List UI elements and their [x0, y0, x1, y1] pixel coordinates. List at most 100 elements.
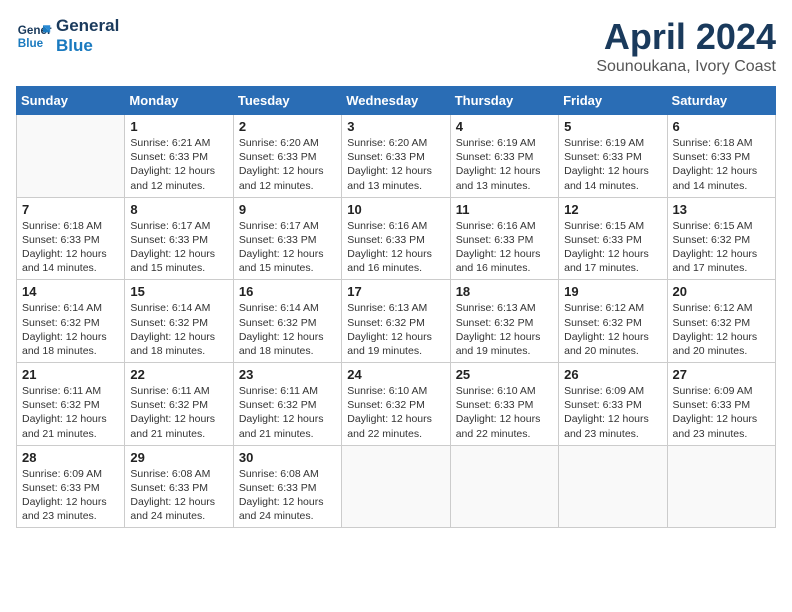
- weekday-header-thursday: Thursday: [450, 87, 558, 115]
- calendar-cell: 24 Sunrise: 6:10 AMSunset: 6:32 PMDayligh…: [342, 363, 450, 446]
- cell-day-number: 21: [22, 367, 119, 382]
- weekday-header-saturday: Saturday: [667, 87, 775, 115]
- cell-info: Sunrise: 6:09 AMSunset: 6:33 PMDaylight:…: [673, 384, 770, 441]
- calendar-cell: 14 Sunrise: 6:14 AMSunset: 6:32 PMDayligh…: [17, 280, 125, 363]
- cell-info: Sunrise: 6:11 AMSunset: 6:32 PMDaylight:…: [22, 384, 119, 441]
- cell-info: Sunrise: 6:08 AMSunset: 6:33 PMDaylight:…: [239, 467, 336, 524]
- cell-day-number: 2: [239, 119, 336, 134]
- calendar-cell: [450, 445, 558, 528]
- cell-day-number: 30: [239, 450, 336, 465]
- calendar-cell: [342, 445, 450, 528]
- calendar-cell: [559, 445, 667, 528]
- cell-info: Sunrise: 6:13 AMSunset: 6:32 PMDaylight:…: [456, 301, 553, 358]
- cell-info: Sunrise: 6:12 AMSunset: 6:32 PMDaylight:…: [673, 301, 770, 358]
- calendar-week-row: 14 Sunrise: 6:14 AMSunset: 6:32 PMDayligh…: [17, 280, 776, 363]
- cell-info: Sunrise: 6:18 AMSunset: 6:33 PMDaylight:…: [22, 219, 119, 276]
- cell-info: Sunrise: 6:14 AMSunset: 6:32 PMDaylight:…: [130, 301, 227, 358]
- cell-info: Sunrise: 6:19 AMSunset: 6:33 PMDaylight:…: [564, 136, 661, 193]
- calendar-cell: 8 Sunrise: 6:17 AMSunset: 6:33 PMDaylight…: [125, 197, 233, 280]
- cell-info: Sunrise: 6:09 AMSunset: 6:33 PMDaylight:…: [22, 467, 119, 524]
- page-header: General Blue General Blue April 2024 Sou…: [16, 16, 776, 76]
- calendar-week-row: 28 Sunrise: 6:09 AMSunset: 6:33 PMDayligh…: [17, 445, 776, 528]
- calendar-cell: 27 Sunrise: 6:09 AMSunset: 6:33 PMDayligh…: [667, 363, 775, 446]
- cell-info: Sunrise: 6:14 AMSunset: 6:32 PMDaylight:…: [22, 301, 119, 358]
- cell-info: Sunrise: 6:17 AMSunset: 6:33 PMDaylight:…: [130, 219, 227, 276]
- calendar-table: SundayMondayTuesdayWednesdayThursdayFrid…: [16, 86, 776, 528]
- cell-info: Sunrise: 6:21 AMSunset: 6:33 PMDaylight:…: [130, 136, 227, 193]
- calendar-cell: 5 Sunrise: 6:19 AMSunset: 6:33 PMDaylight…: [559, 115, 667, 198]
- cell-day-number: 3: [347, 119, 444, 134]
- cell-day-number: 8: [130, 202, 227, 217]
- calendar-cell: [17, 115, 125, 198]
- cell-day-number: 11: [456, 202, 553, 217]
- calendar-cell: 13Sunrise: 6:15 AMSunset: 6:32 PMDayligh…: [667, 197, 775, 280]
- calendar-cell: 15Sunrise: 6:14 AMSunset: 6:32 PMDayligh…: [125, 280, 233, 363]
- cell-info: Sunrise: 6:11 AMSunset: 6:32 PMDaylight:…: [239, 384, 336, 441]
- weekday-header-friday: Friday: [559, 87, 667, 115]
- cell-info: Sunrise: 6:18 AMSunset: 6:33 PMDaylight:…: [673, 136, 770, 193]
- calendar-cell: 22 Sunrise: 6:11 AMSunset: 6:32 PMDayligh…: [125, 363, 233, 446]
- calendar-cell: 11 Sunrise: 6:16 AMSunset: 6:33 PMDayligh…: [450, 197, 558, 280]
- cell-info: Sunrise: 6:20 AMSunset: 6:33 PMDaylight:…: [239, 136, 336, 193]
- cell-day-number: 22: [130, 367, 227, 382]
- calendar-cell: 6Sunrise: 6:18 AMSunset: 6:33 PMDaylight…: [667, 115, 775, 198]
- cell-info: Sunrise: 6:20 AMSunset: 6:33 PMDaylight:…: [347, 136, 444, 193]
- cell-info: Sunrise: 6:09 AMSunset: 6:33 PMDaylight:…: [564, 384, 661, 441]
- calendar-cell: 19 Sunrise: 6:12 AMSunset: 6:32 PMDayligh…: [559, 280, 667, 363]
- cell-day-number: 13: [673, 202, 770, 217]
- cell-day-number: 1: [130, 119, 227, 134]
- calendar-cell: 26 Sunrise: 6:09 AMSunset: 6:33 PMDayligh…: [559, 363, 667, 446]
- logo-icon: General Blue: [16, 18, 52, 54]
- cell-day-number: 7: [22, 202, 119, 217]
- calendar-cell: 17 Sunrise: 6:13 AMSunset: 6:32 PMDayligh…: [342, 280, 450, 363]
- weekday-header-tuesday: Tuesday: [233, 87, 341, 115]
- cell-day-number: 5: [564, 119, 661, 134]
- calendar-cell: 10Sunrise: 6:16 AMSunset: 6:33 PMDayligh…: [342, 197, 450, 280]
- weekday-header-row: SundayMondayTuesdayWednesdayThursdayFrid…: [17, 87, 776, 115]
- cell-info: Sunrise: 6:19 AMSunset: 6:33 PMDaylight:…: [456, 136, 553, 193]
- cell-day-number: 17: [347, 284, 444, 299]
- weekday-header-sunday: Sunday: [17, 87, 125, 115]
- cell-info: Sunrise: 6:08 AMSunset: 6:33 PMDaylight:…: [130, 467, 227, 524]
- logo-blue: Blue: [56, 36, 119, 56]
- title-area: April 2024 Sounoukana, Ivory Coast: [596, 16, 776, 76]
- cell-info: Sunrise: 6:15 AMSunset: 6:33 PMDaylight:…: [564, 219, 661, 276]
- cell-day-number: 18: [456, 284, 553, 299]
- cell-day-number: 27: [673, 367, 770, 382]
- calendar-cell: 4Sunrise: 6:19 AMSunset: 6:33 PMDaylight…: [450, 115, 558, 198]
- cell-info: Sunrise: 6:12 AMSunset: 6:32 PMDaylight:…: [564, 301, 661, 358]
- calendar-cell: 9 Sunrise: 6:17 AMSunset: 6:33 PMDaylight…: [233, 197, 341, 280]
- cell-info: Sunrise: 6:11 AMSunset: 6:32 PMDaylight:…: [130, 384, 227, 441]
- cell-day-number: 24: [347, 367, 444, 382]
- cell-info: Sunrise: 6:10 AMSunset: 6:32 PMDaylight:…: [347, 384, 444, 441]
- cell-day-number: 26: [564, 367, 661, 382]
- cell-info: Sunrise: 6:10 AMSunset: 6:33 PMDaylight:…: [456, 384, 553, 441]
- location-subtitle: Sounoukana, Ivory Coast: [596, 58, 776, 76]
- cell-day-number: 19: [564, 284, 661, 299]
- calendar-cell: 20 Sunrise: 6:12 AMSunset: 6:32 PMDayligh…: [667, 280, 775, 363]
- weekday-header-wednesday: Wednesday: [342, 87, 450, 115]
- logo-general: General: [56, 16, 119, 36]
- cell-day-number: 20: [673, 284, 770, 299]
- cell-info: Sunrise: 6:13 AMSunset: 6:32 PMDaylight:…: [347, 301, 444, 358]
- cell-info: Sunrise: 6:16 AMSunset: 6:33 PMDaylight:…: [456, 219, 553, 276]
- calendar-week-row: 7 Sunrise: 6:18 AMSunset: 6:33 PMDaylight…: [17, 197, 776, 280]
- calendar-week-row: 21 Sunrise: 6:11 AMSunset: 6:32 PMDayligh…: [17, 363, 776, 446]
- cell-info: Sunrise: 6:17 AMSunset: 6:33 PMDaylight:…: [239, 219, 336, 276]
- cell-day-number: 23: [239, 367, 336, 382]
- calendar-cell: 18 Sunrise: 6:13 AMSunset: 6:32 PMDayligh…: [450, 280, 558, 363]
- cell-day-number: 16: [239, 284, 336, 299]
- cell-day-number: 9: [239, 202, 336, 217]
- calendar-cell: 23 Sunrise: 6:11 AMSunset: 6:32 PMDayligh…: [233, 363, 341, 446]
- cell-day-number: 28: [22, 450, 119, 465]
- cell-day-number: 12: [564, 202, 661, 217]
- logo: General Blue General Blue: [16, 16, 119, 57]
- calendar-cell: 28 Sunrise: 6:09 AMSunset: 6:33 PMDayligh…: [17, 445, 125, 528]
- cell-info: Sunrise: 6:16 AMSunset: 6:33 PMDaylight:…: [347, 219, 444, 276]
- calendar-cell: 21 Sunrise: 6:11 AMSunset: 6:32 PMDayligh…: [17, 363, 125, 446]
- calendar-cell: 16Sunrise: 6:14 AMSunset: 6:32 PMDayligh…: [233, 280, 341, 363]
- month-title: April 2024: [596, 16, 776, 58]
- calendar-cell: 12 Sunrise: 6:15 AMSunset: 6:33 PMDayligh…: [559, 197, 667, 280]
- weekday-header-monday: Monday: [125, 87, 233, 115]
- cell-day-number: 14: [22, 284, 119, 299]
